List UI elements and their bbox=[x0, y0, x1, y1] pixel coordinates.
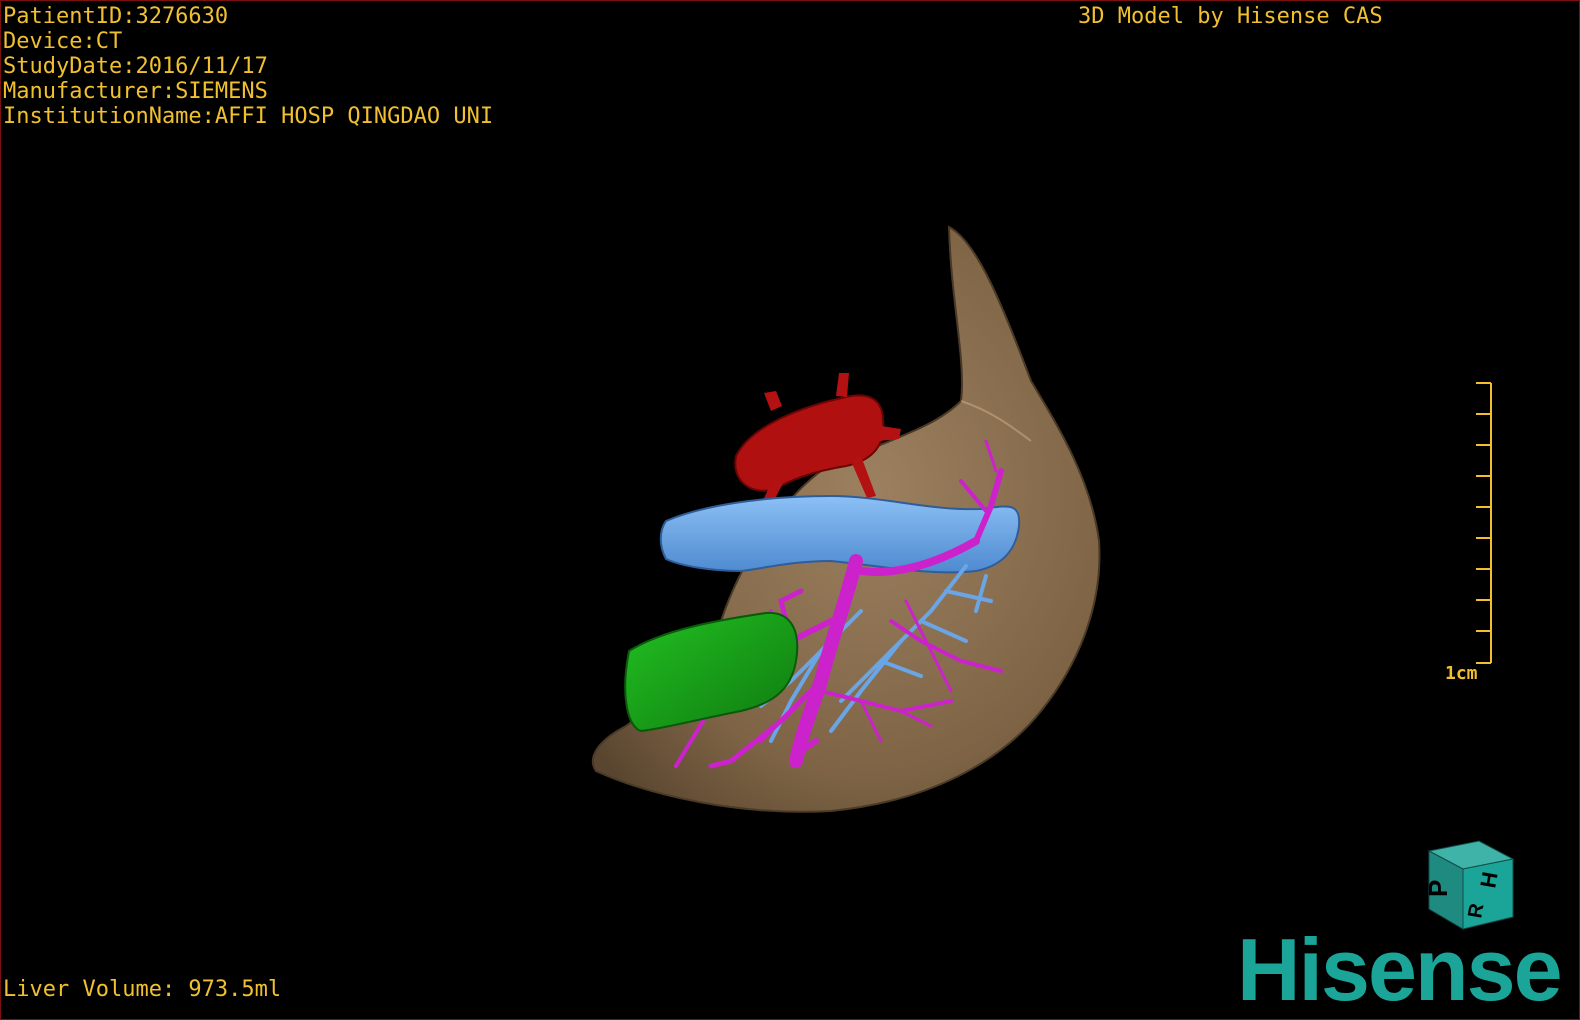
artery-branch-right bbox=[879, 426, 901, 441]
scale-bar bbox=[1476, 382, 1492, 664]
liver-3d-model[interactable] bbox=[1, 1, 1579, 1019]
scale-bar-label: 1cm bbox=[1445, 663, 1478, 684]
hisense-logo: Hisense bbox=[1237, 920, 1563, 1019]
artery-branch-up-1 bbox=[836, 373, 849, 397]
3d-viewport[interactable]: PatientID:3276630 Device:CT StudyDate:20… bbox=[0, 0, 1580, 1020]
artery-branch-up-2 bbox=[764, 391, 782, 411]
cube-right-face bbox=[1462, 858, 1514, 930]
liver-volume-text: Liver Volume: 973.5ml bbox=[3, 977, 282, 1002]
cube-face-p: P bbox=[1423, 880, 1453, 897]
